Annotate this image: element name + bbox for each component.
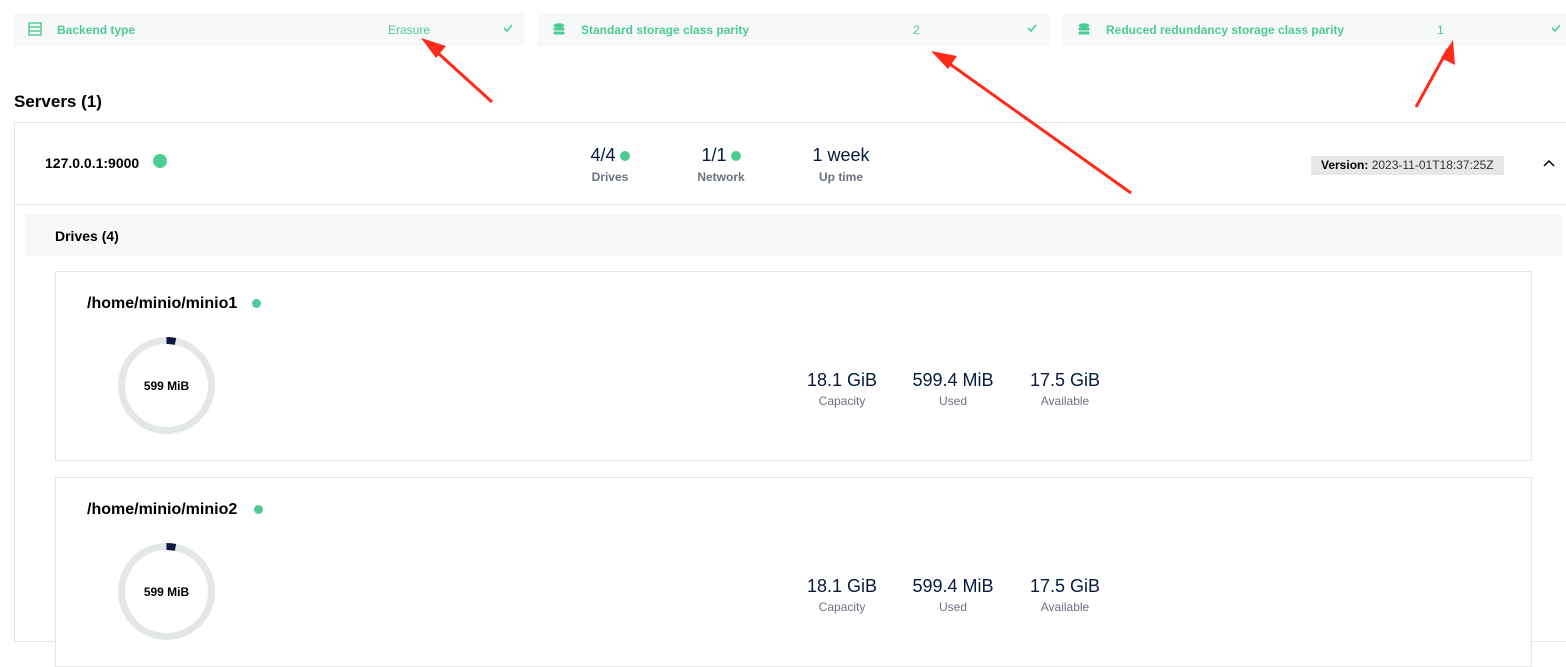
uptime-stat-value: 1 week — [812, 145, 870, 165]
check-icon — [503, 24, 513, 33]
drive-available: 17.5 GiB Available — [1005, 576, 1125, 614]
drive-path: /home/minio/minio2 — [87, 501, 238, 518]
drive-capacity-label: Capacity — [818, 600, 866, 614]
network-stat-label: Network — [697, 170, 745, 184]
annotation-arrow — [1414, 40, 1455, 108]
reduced-parity-label: Reduced redundancy storage class parity — [1106, 23, 1345, 37]
drive-path: /home/minio/minio1 — [87, 295, 238, 312]
storage-stack-icon — [553, 23, 565, 35]
drive-available-label: Available — [1040, 600, 1090, 614]
drives-section-header: Drives (4) — [25, 215, 1561, 256]
drive-available-value: 17.5 GiB — [1029, 576, 1101, 596]
backend-type-card: Backend type Erasure — [14, 13, 524, 46]
server-host: 127.0.0.1:9000 — [45, 155, 140, 171]
drive-capacity: 18.1 GiB Capacity — [782, 576, 902, 614]
version-value: 2023-11-01T18:37:25Z — [1371, 158, 1494, 172]
annotation-arrow — [421, 38, 494, 104]
drives-stat-label: Drives — [591, 170, 629, 184]
reduced-parity-card: Reduced redundancy storage class parity … — [1063, 13, 1566, 46]
drive-status-dot — [252, 299, 261, 308]
reduced-parity-value: 1 — [1437, 23, 1444, 37]
drive-used: 599.4 MiB Used — [893, 576, 1013, 614]
drive-used-value: 599.4 MiB — [912, 370, 994, 390]
drive-status-dot — [254, 505, 263, 514]
uptime-stat: 1 week Up time — [805, 145, 877, 184]
drive-used: 599.4 MiB Used — [893, 370, 1013, 408]
network-status-dot — [730, 151, 741, 162]
uptime-stat-label: Up time — [818, 170, 863, 184]
version-badge: Version: 2023-11-01T18:37:25Z — [1311, 156, 1504, 175]
drive-used-value: 599.4 MiB — [912, 576, 994, 596]
server-status-dot — [153, 154, 167, 168]
standard-parity-card: Standard storage class parity 2 — [538, 13, 1049, 46]
version-label: Version: — [1321, 158, 1369, 172]
drive-card: /home/minio/minio1 599 MiB 18.1 GiB Capa… — [55, 271, 1532, 461]
drive-available-label: Available — [1040, 394, 1090, 408]
drive-card: /home/minio/minio2 599 MiB 18.1 GiB Capa… — [55, 477, 1532, 667]
backend-type-label: Backend type — [57, 23, 136, 37]
divider — [14, 204, 1566, 205]
drive-capacity: 18.1 GiB Capacity — [782, 370, 902, 408]
server-list-icon — [28, 22, 42, 36]
drives-stat: 4/4 Drives — [582, 145, 638, 184]
drives-title: Drives (4) — [55, 228, 119, 244]
drive-capacity-value: 18.1 GiB — [806, 576, 878, 596]
drive-available-value: 17.5 GiB — [1029, 370, 1101, 390]
drive-used-label: Used — [938, 394, 967, 408]
drive-capacity-value: 18.1 GiB — [806, 370, 878, 390]
network-stat: 1/1 Network — [692, 145, 750, 184]
drive-available: 17.5 GiB Available — [1005, 370, 1125, 408]
chevron-up-icon[interactable] — [1541, 156, 1557, 170]
drives-status-dot — [619, 151, 630, 162]
drive-used-label: Used — [938, 600, 967, 614]
drive-usage-label: 599 MiB — [143, 378, 190, 393]
standard-parity-value: 2 — [913, 23, 920, 37]
check-icon — [1551, 24, 1561, 33]
drives-stat-value: 4/4 — [590, 145, 616, 165]
standard-parity-label: Standard storage class parity — [581, 23, 750, 37]
backend-type-value: Erasure — [388, 23, 431, 37]
storage-stack-icon — [1078, 23, 1090, 35]
network-stat-value: 1/1 — [701, 145, 727, 165]
drive-capacity-label: Capacity — [818, 394, 866, 408]
check-icon — [1027, 24, 1037, 33]
servers-title: Servers (1) — [14, 92, 102, 111]
drive-usage-label: 599 MiB — [143, 584, 190, 599]
